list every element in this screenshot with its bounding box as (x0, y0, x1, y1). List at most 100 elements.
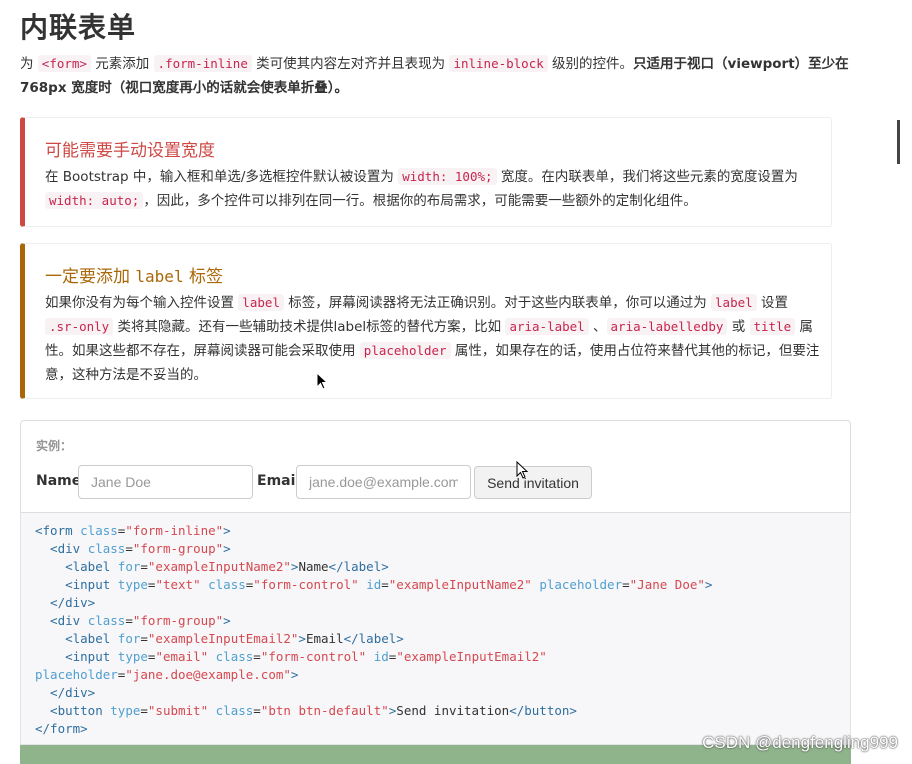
callout-heading-text: 一定要添加 (45, 267, 136, 287)
code-token: "exampleInputEmail2" (147, 631, 299, 646)
code-token: "Jane Doe" (629, 577, 705, 592)
intro-text: 级别的控件。 (547, 56, 634, 72)
code-token: </form> (35, 721, 88, 736)
code-token: <div (35, 613, 88, 628)
code-token: "submit" (147, 703, 209, 718)
code-token: = (125, 541, 133, 556)
callout-text: ，因此，多个控件可以排列在同一行。根据你的布局需求，可能需要一些额外的定制化组件… (143, 193, 697, 209)
code-token: class (87, 613, 126, 628)
code-token: placeholder (35, 667, 118, 682)
page-title: 内联表单 (20, 11, 137, 44)
email-input[interactable] (296, 465, 471, 499)
code-token: <form (35, 523, 81, 538)
mouse-pointer-icon (516, 461, 528, 479)
code-token: Send invitation (396, 703, 510, 718)
callout-text: 或 (727, 319, 750, 335)
callout-text: 标签，屏幕阅读器将无法正确识别。对于这些内联表单，你可以通过为 (283, 295, 712, 311)
inline-code: .form-inline (153, 55, 252, 72)
code-token: class (87, 541, 126, 556)
intro-text: 为 (20, 56, 38, 72)
code-token: "form-control" (260, 649, 367, 664)
code-token: "exampleInputEmail2" (396, 649, 547, 664)
inline-code: .sr-only (45, 318, 114, 335)
code-token: Name (298, 559, 329, 574)
code-token: </label> (343, 631, 404, 646)
code-token: = (140, 703, 148, 718)
callout-text: 在 Bootstrap 中，输入框和单选/多选框控件默认被设置为 (45, 169, 399, 185)
example-form-panel: 实例： Name Email Send invitation (20, 420, 851, 513)
callout-text: 宽度。在内联表单，我们将这些元素的宽度设置为 (496, 169, 798, 185)
code-token: "exampleInputName2" (388, 577, 532, 592)
inline-code: <form> (37, 55, 91, 72)
code-token: > (290, 667, 299, 682)
inline-code: aria-label (505, 318, 589, 335)
example-label: 实例： (36, 439, 73, 453)
scrollbar-thumb[interactable] (897, 120, 900, 164)
code-token: > (704, 577, 713, 592)
code-token: class (208, 577, 246, 592)
callout-label: 一定要添加 label 标签 如果你没有为每个输入控件设置 label 标签，屏… (20, 243, 832, 399)
code-token: "jane.doe@example.com" (125, 667, 291, 682)
inline-code: inline-block (449, 55, 548, 72)
inline-code: placeholder (359, 342, 451, 359)
email-label: Email (257, 473, 301, 489)
code-token: = (253, 649, 261, 664)
code-token: = (622, 577, 630, 592)
code-token: > (223, 613, 231, 628)
code-token: "email" (155, 649, 209, 664)
code-token: id (366, 577, 382, 592)
code-token: class (215, 649, 254, 664)
send-invitation-button[interactable]: Send invitation (474, 466, 592, 499)
code-token: "form-group" (132, 541, 224, 556)
code-token: </div> (35, 595, 96, 610)
callout-heading-code: label (135, 267, 184, 286)
inline-code: label (711, 294, 757, 311)
code-token: </div> (35, 685, 96, 700)
code-token: <label (35, 631, 118, 646)
callout-heading: 一定要添加 label 标签 (45, 262, 831, 287)
code-token: <input (35, 649, 118, 664)
code-token: "btn btn-default" (260, 703, 389, 718)
mouse-pointer-icon (316, 372, 328, 390)
callout-body: 如果你没有为每个输入控件设置 label 标签，屏幕阅读器将无法正确识别。对于这… (45, 291, 825, 387)
callout-text: 如果你没有为每个输入控件设置 (45, 295, 239, 311)
code-token: Email (305, 631, 344, 646)
code-token: id (373, 649, 389, 664)
intro-paragraph: 为 <form> 元素添加 .form-inline 类可使其内容左对齐并且表现… (20, 52, 850, 100)
name-label: Name (36, 473, 82, 489)
name-input[interactable] (78, 465, 253, 499)
code-token: > (223, 541, 231, 556)
code-token: "text" (155, 577, 201, 592)
code-token: </label> (328, 559, 389, 574)
callout-text: 类将其隐藏。还有一些辅助技术提供label标签的替代方案，比如 (113, 319, 506, 335)
code-token: placeholder (539, 577, 623, 592)
code-token: <input (35, 577, 118, 592)
code-token: </button> (509, 703, 577, 718)
code-token: = (381, 577, 389, 592)
callout-text: 、 (588, 319, 607, 335)
code-token: > (223, 523, 231, 538)
code-token: for (117, 559, 141, 574)
code-token: = (253, 703, 261, 718)
intro-text: 元素添加 (90, 56, 154, 72)
code-token: class (215, 703, 254, 718)
code-token: "form-inline" (125, 523, 224, 538)
code-token: = (140, 559, 148, 574)
code-token: "form-control" (253, 577, 359, 592)
code-token: > (298, 631, 306, 646)
inline-code: width: auto; (45, 192, 144, 209)
code-token: = (125, 613, 133, 628)
code-token: <div (35, 541, 88, 556)
code-token: for (117, 631, 141, 646)
code-token: <label (35, 559, 118, 574)
intro-text: 类可使其内容左对齐并且表现为 (251, 56, 450, 72)
callout-heading-text: 标签 (183, 267, 223, 287)
inline-code: label (238, 294, 284, 311)
code-token: type (117, 577, 148, 592)
callout-heading: 可能需要手动设置宽度 (45, 141, 215, 161)
inline-code: aria-labelledby (606, 318, 728, 335)
code-token: "exampleInputName2" (147, 559, 291, 574)
code-token: type (110, 703, 141, 718)
